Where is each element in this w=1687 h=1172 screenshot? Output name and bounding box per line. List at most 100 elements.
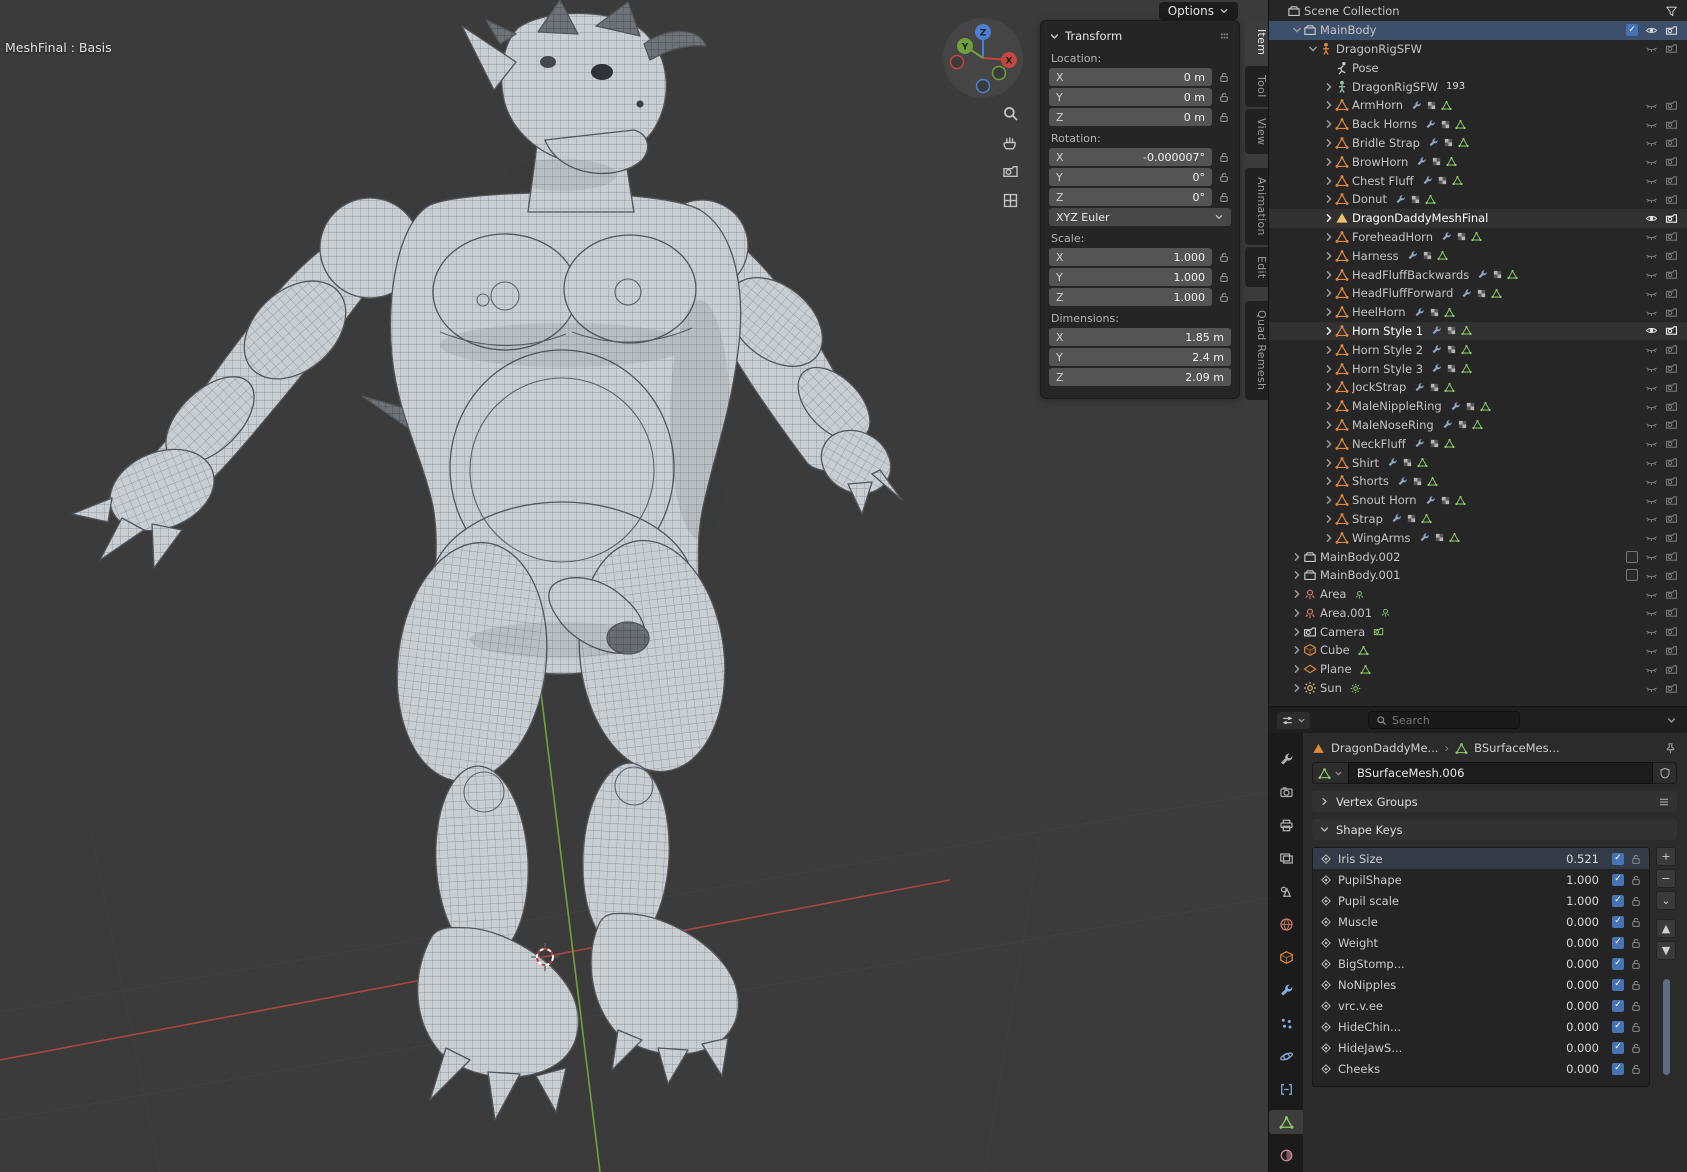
move-shape-key-up-button[interactable]: ▲ xyxy=(1656,919,1676,938)
render-visibility-icon[interactable] xyxy=(1665,494,1678,507)
properties-tab-modifiers[interactable] xyxy=(1269,978,1303,1002)
shape-key-checkbox[interactable]: ✓ xyxy=(1612,1041,1624,1054)
section-menu-icon[interactable] xyxy=(1658,796,1670,808)
render-visibility-icon[interactable] xyxy=(1665,42,1678,55)
outliner-row[interactable]: Plane xyxy=(1269,660,1687,679)
npanel-tab-edit[interactable]: Edit xyxy=(1245,246,1268,288)
eye-closed-icon[interactable] xyxy=(1645,418,1658,431)
expand-toggle-icon[interactable] xyxy=(1291,607,1303,619)
expand-toggle-icon[interactable] xyxy=(1291,626,1303,638)
collection-checkbox[interactable]: ✓ xyxy=(1626,24,1638,37)
eye-closed-icon[interactable] xyxy=(1645,287,1658,300)
shape-key-checkbox[interactable]: ✓ xyxy=(1612,957,1624,970)
expand-toggle-icon[interactable] xyxy=(1323,231,1335,243)
add-shape-key-button[interactable]: + xyxy=(1656,847,1676,866)
outliner-row[interactable]: MaleNoseRing xyxy=(1269,416,1687,435)
expand-toggle-icon[interactable] xyxy=(1323,419,1335,431)
outliner-row[interactable]: ArmHorn xyxy=(1269,96,1687,115)
outliner-row[interactable]: DragonRigSFW xyxy=(1269,40,1687,59)
properties-tab-object-data[interactable] xyxy=(1269,1110,1303,1134)
render-visibility-icon[interactable] xyxy=(1665,475,1678,488)
eye-closed-icon[interactable] xyxy=(1645,268,1658,281)
lock-icon[interactable] xyxy=(1218,91,1230,103)
eye-closed-icon[interactable] xyxy=(1645,400,1658,413)
eye-closed-icon[interactable] xyxy=(1645,249,1658,262)
shape-key-value[interactable]: 0.000 xyxy=(1566,1041,1599,1055)
shape-key-row[interactable]: HideJawS... 0.000 ✓ xyxy=(1313,1037,1649,1058)
lock-icon[interactable] xyxy=(1218,111,1230,123)
gizmo-x-label[interactable]: X xyxy=(1006,57,1013,67)
expand-toggle-icon[interactable] xyxy=(1323,99,1335,111)
render-visibility-icon[interactable] xyxy=(1665,569,1678,582)
lock-icon[interactable] xyxy=(1218,71,1230,83)
shape-key-row[interactable]: Iris Size 0.521 ✓ xyxy=(1313,848,1649,869)
shape-key-checkbox[interactable]: ✓ xyxy=(1612,915,1624,928)
character-mesh[interactable] xyxy=(71,0,903,1121)
properties-tab-render[interactable] xyxy=(1269,780,1303,804)
render-visibility-icon[interactable] xyxy=(1665,437,1678,450)
expand-toggle-icon[interactable] xyxy=(1307,43,1319,55)
eye-closed-icon[interactable] xyxy=(1645,644,1658,657)
shape-keys-section-header[interactable]: Shape Keys xyxy=(1312,819,1677,840)
eye-closed-icon[interactable] xyxy=(1645,588,1658,601)
outliner-row[interactable]: Sun xyxy=(1269,679,1687,698)
outliner-row[interactable]: DragonDaddyMeshFinal xyxy=(1269,208,1687,228)
eye-closed-icon[interactable] xyxy=(1645,456,1658,469)
eye-icon[interactable] xyxy=(1645,324,1658,337)
outliner-row[interactable]: NeckFluff xyxy=(1269,434,1687,453)
eye-icon[interactable] xyxy=(1645,24,1658,37)
eye-closed-icon[interactable] xyxy=(1645,306,1658,319)
camera-view-button[interactable] xyxy=(998,160,1022,182)
transform-field-y[interactable]: Y 0° xyxy=(1049,168,1212,186)
render-visibility-icon[interactable] xyxy=(1665,550,1678,563)
outliner-row[interactable]: Back Horns xyxy=(1269,115,1687,134)
expand-toggle-icon[interactable] xyxy=(1323,156,1335,168)
outliner-row[interactable]: HeelHorn xyxy=(1269,303,1687,322)
gizmo-y-label[interactable]: Y xyxy=(961,43,969,53)
expand-toggle-icon[interactable] xyxy=(1323,81,1335,93)
filter-icon[interactable] xyxy=(1665,5,1678,18)
outliner-row[interactable]: ForeheadHorn xyxy=(1269,228,1687,247)
transform-field-x[interactable]: X 1.000 xyxy=(1049,248,1212,266)
shape-key-lock-icon[interactable] xyxy=(1630,874,1642,886)
properties-search-box[interactable] xyxy=(1368,711,1520,729)
eye-closed-icon[interactable] xyxy=(1645,625,1658,638)
shape-key-checkbox[interactable]: ✓ xyxy=(1612,894,1624,907)
render-visibility-icon[interactable] xyxy=(1665,362,1678,375)
shape-key-value[interactable]: 0.521 xyxy=(1566,852,1599,866)
pin-icon[interactable] xyxy=(1664,742,1677,755)
shape-key-row[interactable]: Muscle 0.000 ✓ xyxy=(1313,911,1649,932)
shape-key-checkbox[interactable]: ✓ xyxy=(1612,873,1624,886)
outliner-row[interactable]: MainBody.001 xyxy=(1269,566,1687,585)
shape-key-checkbox[interactable]: ✓ xyxy=(1612,1062,1624,1075)
properties-tab-particles[interactable] xyxy=(1269,1011,1303,1035)
editor-type-button[interactable] xyxy=(1277,711,1310,729)
eye-closed-icon[interactable] xyxy=(1645,569,1658,582)
shape-key-row[interactable]: Weight 0.000 ✓ xyxy=(1313,932,1649,953)
expand-toggle-icon[interactable] xyxy=(1323,457,1335,469)
move-shape-key-down-button[interactable]: ▼ xyxy=(1656,941,1676,960)
outliner-row[interactable]: WingArms xyxy=(1269,528,1687,547)
gizmo-z-label[interactable]: Z xyxy=(980,29,987,39)
eye-closed-icon[interactable] xyxy=(1645,174,1658,187)
transform-field-y[interactable]: Y 2.4 m xyxy=(1049,348,1231,366)
outliner-row[interactable]: Horn Style 1 xyxy=(1269,321,1687,341)
render-visibility-icon[interactable] xyxy=(1665,663,1678,676)
render-visibility-icon[interactable] xyxy=(1665,512,1678,525)
shape-key-lock-icon[interactable] xyxy=(1630,916,1642,928)
shape-key-value[interactable]: 1.000 xyxy=(1566,873,1599,887)
outliner-row[interactable]: Camera xyxy=(1269,622,1687,641)
render-visibility-icon[interactable] xyxy=(1665,118,1678,131)
shape-key-checkbox[interactable]: ✓ xyxy=(1612,978,1624,991)
list-scrollbar[interactable] xyxy=(1662,979,1670,1075)
shape-key-row[interactable]: PupilShape 1.000 ✓ xyxy=(1313,869,1649,890)
outliner-row[interactable]: Snout Horn xyxy=(1269,491,1687,510)
outliner-row[interactable]: MainBody.002 xyxy=(1269,547,1687,566)
outliner-row[interactable]: Scene Collection xyxy=(1269,2,1687,21)
expand-toggle-icon[interactable] xyxy=(1291,663,1303,675)
3d-viewport[interactable]: MeshFinal : Basis Options Z Y X Transfor… xyxy=(0,0,1268,1172)
expand-toggle-icon[interactable] xyxy=(1323,475,1335,487)
outliner-row[interactable]: Shorts xyxy=(1269,472,1687,491)
outliner-row[interactable]: Horn Style 3 xyxy=(1269,359,1687,378)
properties-tab-world[interactable] xyxy=(1269,912,1303,936)
